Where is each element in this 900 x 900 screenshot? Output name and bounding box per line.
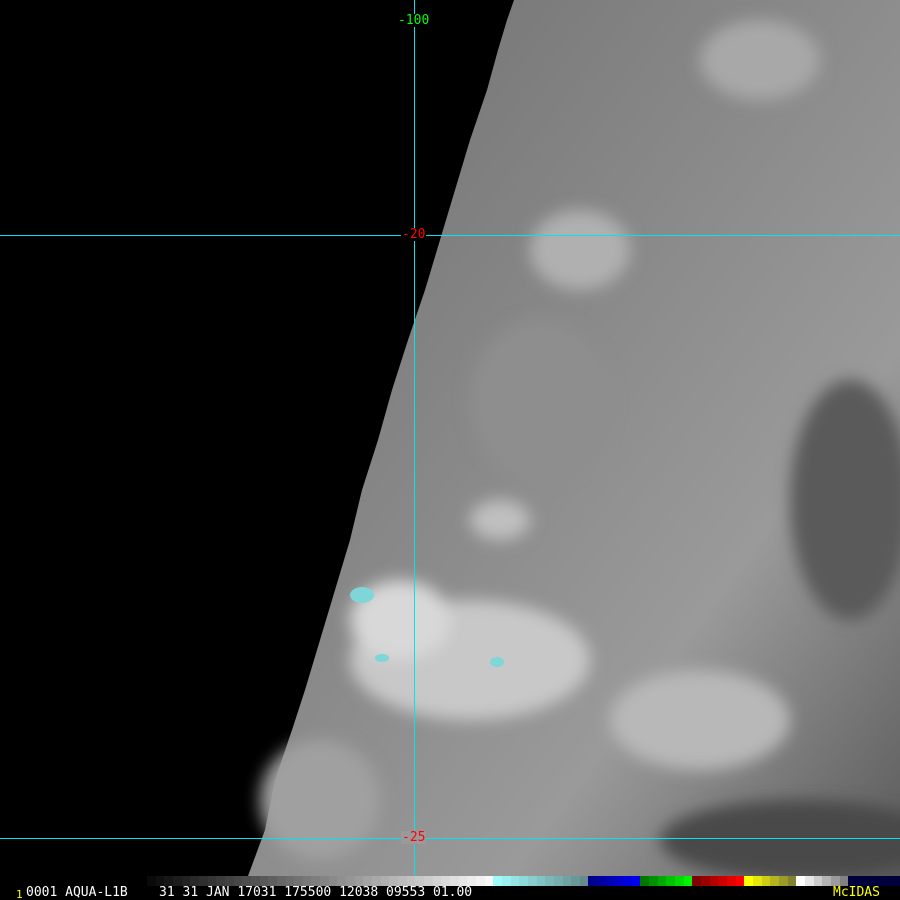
footer-bar: 1 0001 AQUA-L1B 31 31 JAN 17031 175500 12… [0,886,900,900]
lat-label-lower: -25 [401,830,427,845]
satellite-image-view: -100 -20 -25 1 0001 AQUA-L1B 31 31 JAN 17… [0,0,900,900]
frame-number: 1 [16,888,23,900]
image-info: 0001 AQUA-L1B 31 31 JAN 17031 175500 120… [26,885,473,900]
mcidas-logo: McIDAS [833,885,880,900]
lat-label-upper: -20 [401,227,427,242]
lon-label-top: -100 [397,13,431,28]
satellite-swath [0,0,900,880]
